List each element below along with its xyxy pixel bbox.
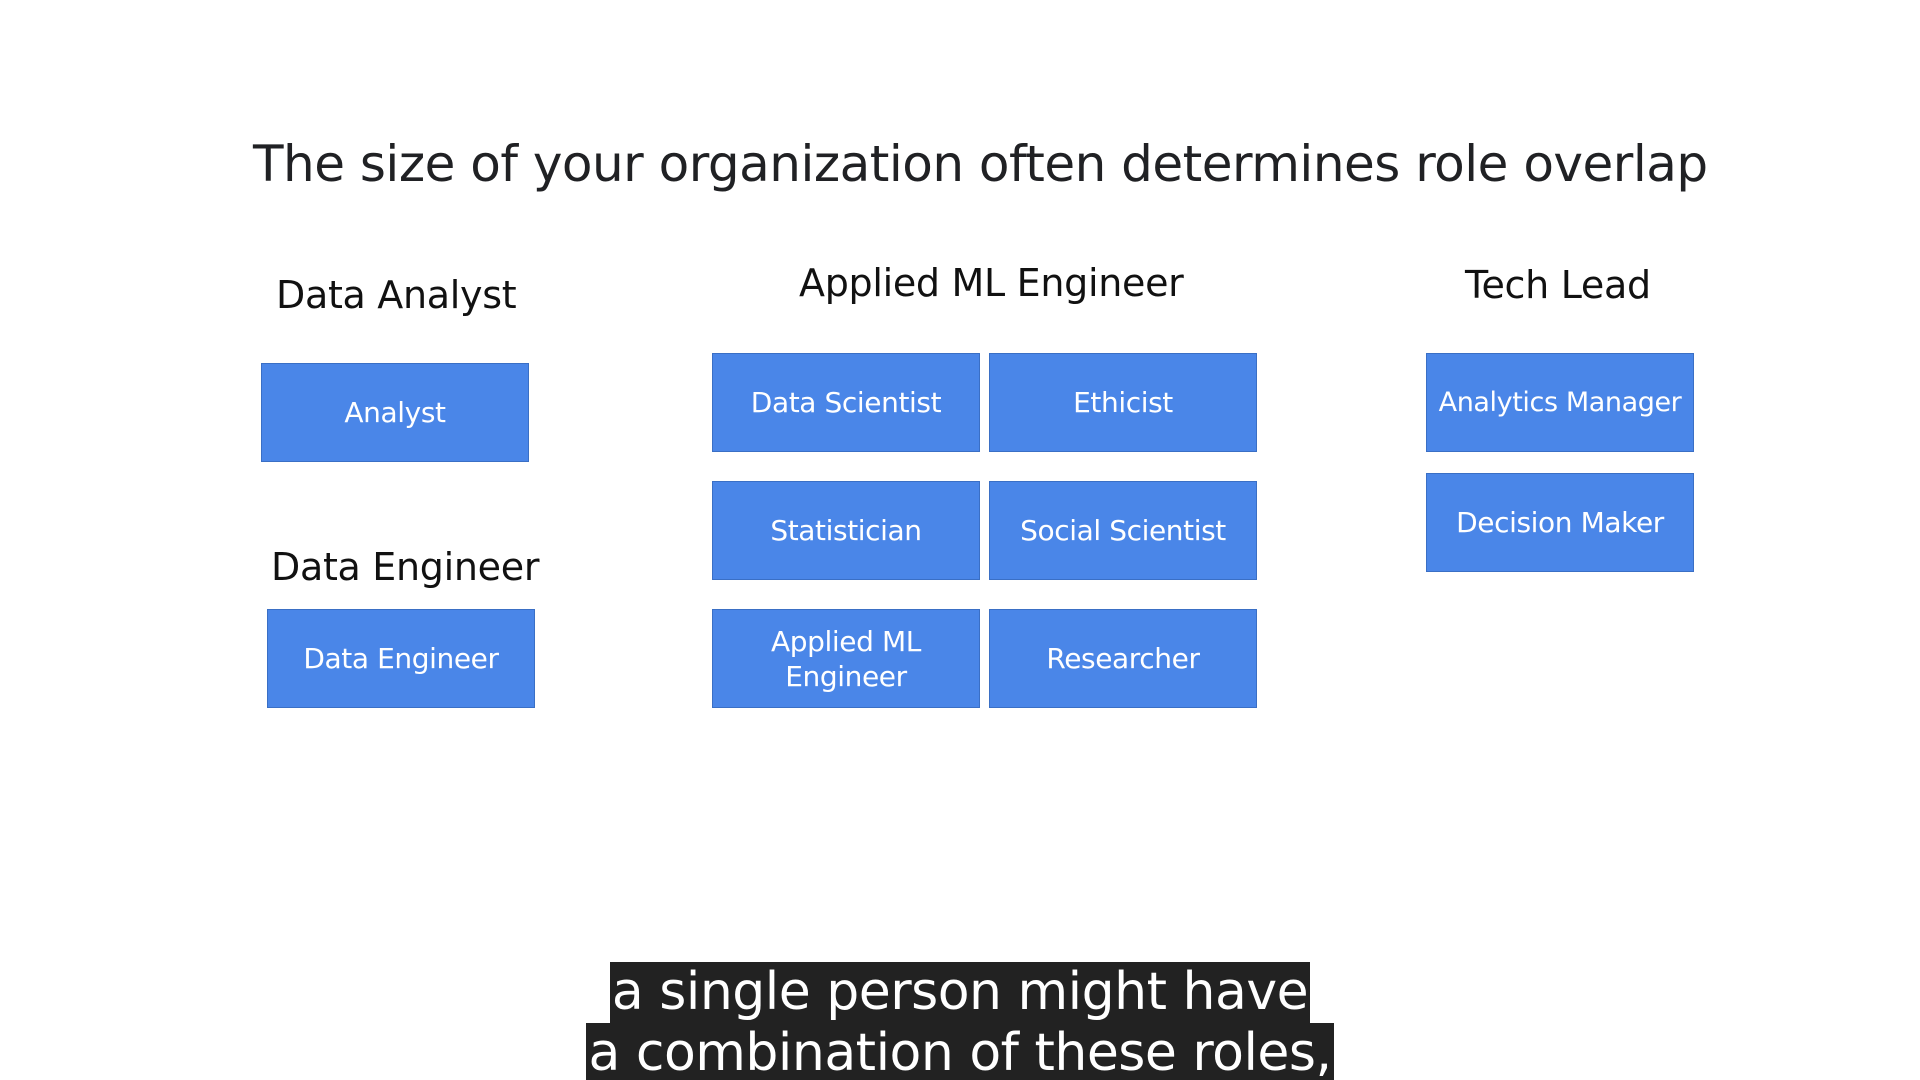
heading-data-analyst: Data Analyst [276,273,517,317]
heading-data-engineer: Data Engineer [271,545,540,589]
role-box-data-engineer: Data Engineer [267,609,535,708]
role-box-researcher: Researcher [989,609,1257,708]
role-box-ethicist: Ethicist [989,353,1257,452]
role-box-statistician: Statistician [712,481,980,580]
role-box-decision-maker: Decision Maker [1426,473,1694,572]
role-box-analyst: Analyst [261,363,529,462]
slide: The size of your organization often dete… [0,0,1920,1080]
slide-title: The size of your organization often dete… [253,135,1708,193]
heading-tech-lead: Tech Lead [1465,263,1651,307]
role-box-data-scientist: Data Scientist [712,353,980,452]
caption-line-2: a combination of these roles, [586,1023,1334,1080]
caption-line-1: a single person might have [609,962,1311,1023]
role-box-analytics-manager: Analytics Manager [1426,353,1694,452]
role-box-social-scientist: Social Scientist [989,481,1257,580]
role-box-applied-ml-engineer: Applied ML Engineer [712,609,980,708]
subtitle-captions: a single person might have a combination… [0,962,1920,1080]
heading-applied-ml-engineer: Applied ML Engineer [799,261,1184,305]
